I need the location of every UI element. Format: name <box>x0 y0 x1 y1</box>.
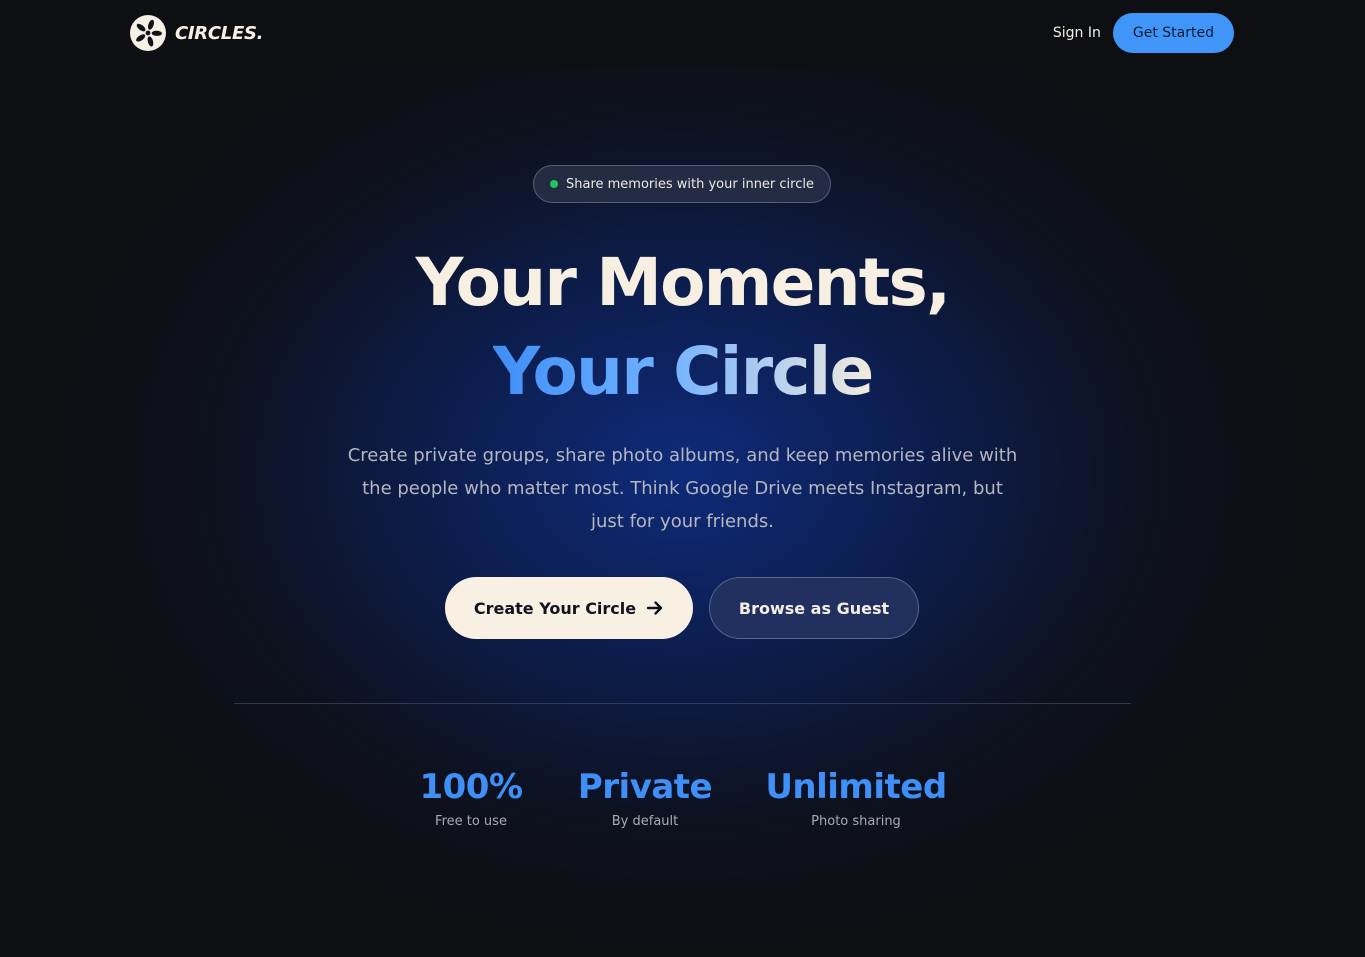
create-circle-label: Create Your Circle <box>473 598 637 618</box>
brand-name: CIRCLES. <box>175 22 264 44</box>
stat-value: Unlimited <box>765 767 947 807</box>
get-started-button[interactable]: Get Started <box>1112 13 1234 53</box>
landing-page: CIRCLES. Sign In Get Started Share memor… <box>0 0 1365 957</box>
hero-description: Create private groups, share photo album… <box>347 445 1018 532</box>
hero-badge-text: Share memories with your inner circle <box>565 176 814 192</box>
hero-title: Your Moments, Your Circle <box>0 238 1365 416</box>
arrow-right-icon <box>646 601 663 615</box>
status-dot-icon <box>549 180 558 188</box>
stat-label: Free to use <box>435 814 507 829</box>
hero-title-line1: Your Moments, <box>415 244 951 321</box>
nav-actions: Sign In Get Started <box>1053 13 1234 53</box>
hero-badge: Share memories with your inner circle <box>533 165 831 203</box>
stat-value: 100% <box>419 767 523 807</box>
hero-title-line2: Your Circle <box>492 333 875 410</box>
sign-in-link[interactable]: Sign In <box>1053 25 1101 41</box>
cta-row: Create Your Circle Browse as Guest <box>445 577 919 639</box>
brand-logo-link[interactable]: CIRCLES. <box>130 15 263 51</box>
browse-as-guest-button[interactable]: Browse as Guest <box>709 577 919 639</box>
top-navbar: CIRCLES. Sign In Get Started <box>0 0 1365 67</box>
stat-value: Private <box>577 767 713 807</box>
section-divider <box>234 703 1131 704</box>
create-circle-button[interactable]: Create Your Circle <box>445 577 693 639</box>
stat-private: Private By default <box>575 766 715 830</box>
stat-free: 100% Free to use <box>410 766 532 830</box>
stat-label: Photo sharing <box>811 814 901 829</box>
stat-unlimited: Unlimited Photo sharing <box>765 766 947 830</box>
pinwheel-logo-icon <box>130 15 166 51</box>
stat-label: By default <box>611 814 679 829</box>
hero-title-line2-wrap: Your Circle <box>0 327 1365 416</box>
